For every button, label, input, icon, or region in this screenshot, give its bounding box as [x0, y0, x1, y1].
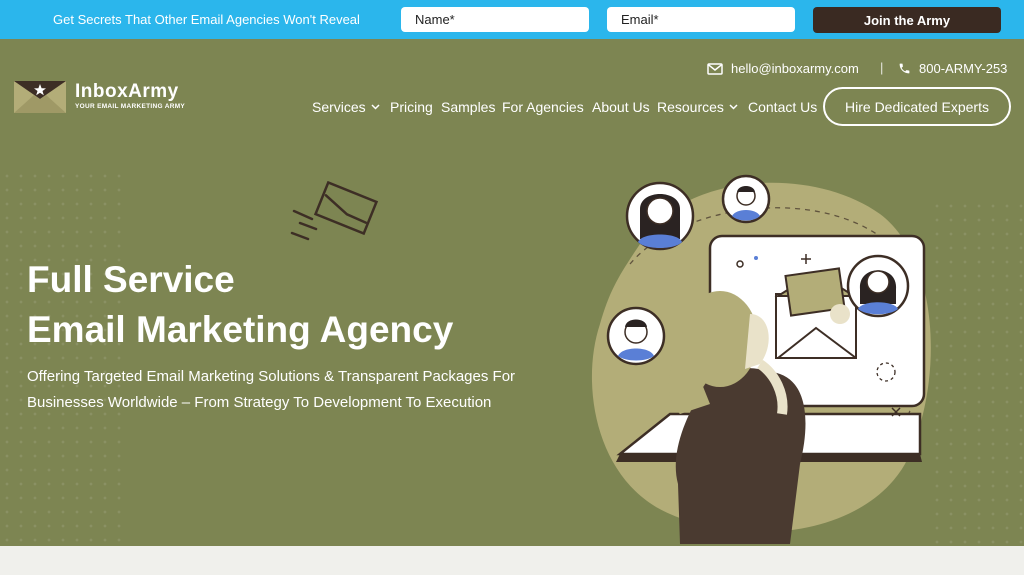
dot-pattern-right — [930, 199, 1024, 546]
dot-pattern-left — [0, 169, 130, 546]
nav-item-resources[interactable]: Resources — [657, 98, 738, 116]
avatar-man-top — [721, 174, 771, 224]
nav-item-label: Services — [312, 99, 366, 115]
nav-item-label: Contact Us — [748, 99, 818, 115]
join-the-army-button[interactable]: Join the Army — [813, 7, 1001, 33]
nav-item-about-us[interactable]: About Us — [592, 98, 650, 116]
signup-promo-text: Get Secrets That Other Email Agencies Wo… — [53, 12, 360, 27]
contact-phone-text: 800-ARMY-253 — [919, 61, 1008, 76]
nav-item-contact-us[interactable]: Contact Us — [748, 98, 817, 116]
site-logo[interactable]: InboxArmy YOUR EMAIL MARKETING ARMY — [14, 79, 204, 115]
hire-dedicated-experts-button[interactable]: Hire Dedicated Experts — [823, 87, 1011, 126]
flying-envelope-icon — [290, 181, 379, 241]
contact-phone-link[interactable]: 800-ARMY-253 — [898, 61, 1007, 76]
signup-bar: Get Secrets That Other Email Agencies Wo… — [0, 0, 1024, 39]
avatar-woman-top-left — [625, 181, 695, 251]
hero-illustration — [591, 174, 931, 544]
avatar-woman-right — [846, 254, 910, 318]
envelope-icon — [707, 62, 723, 75]
nav-item-samples[interactable]: Samples — [441, 98, 495, 116]
nav-item-pricing[interactable]: Pricing — [390, 98, 433, 116]
nav-item-label: For Agencies — [502, 99, 584, 115]
nav-item-for-agencies[interactable]: For Agencies — [502, 98, 584, 116]
contact-email-text: hello@inboxarmy.com — [731, 61, 859, 76]
logo-envelope-icon — [14, 81, 66, 113]
logo-wordmark: InboxArmy — [75, 81, 179, 102]
name-field[interactable] — [401, 7, 589, 32]
chevron-down-icon — [371, 104, 380, 110]
email-field[interactable] — [607, 7, 795, 32]
phone-icon — [899, 63, 910, 74]
nav-item-label: Pricing — [390, 99, 433, 115]
nav-item-label: Resources — [657, 99, 724, 115]
hero-title-line1: Full Service — [27, 259, 235, 300]
logo-tagline: YOUR EMAIL MARKETING ARMY — [75, 103, 186, 110]
hero-subtitle-line2: Businesses Worldwide – From Strategy To … — [27, 394, 492, 411]
hero-title-line2: Email Marketing Agency — [27, 309, 454, 350]
chevron-down-icon — [729, 104, 738, 110]
nav-item-label: About Us — [592, 99, 650, 115]
hero-section: InboxArmy YOUR EMAIL MARKETING ARMY hell… — [0, 39, 1024, 546]
nav-item-label: Samples — [441, 99, 496, 115]
hero-subtitle-line1: Offering Targeted Email Marketing Soluti… — [27, 368, 516, 385]
contact-separator: | — [880, 60, 884, 75]
contact-email-link[interactable]: hello@inboxarmy.com — [707, 61, 859, 76]
nav-item-services[interactable]: Services — [312, 98, 380, 116]
page-bottom-strip — [0, 546, 1024, 575]
avatar-man-left — [606, 306, 666, 366]
